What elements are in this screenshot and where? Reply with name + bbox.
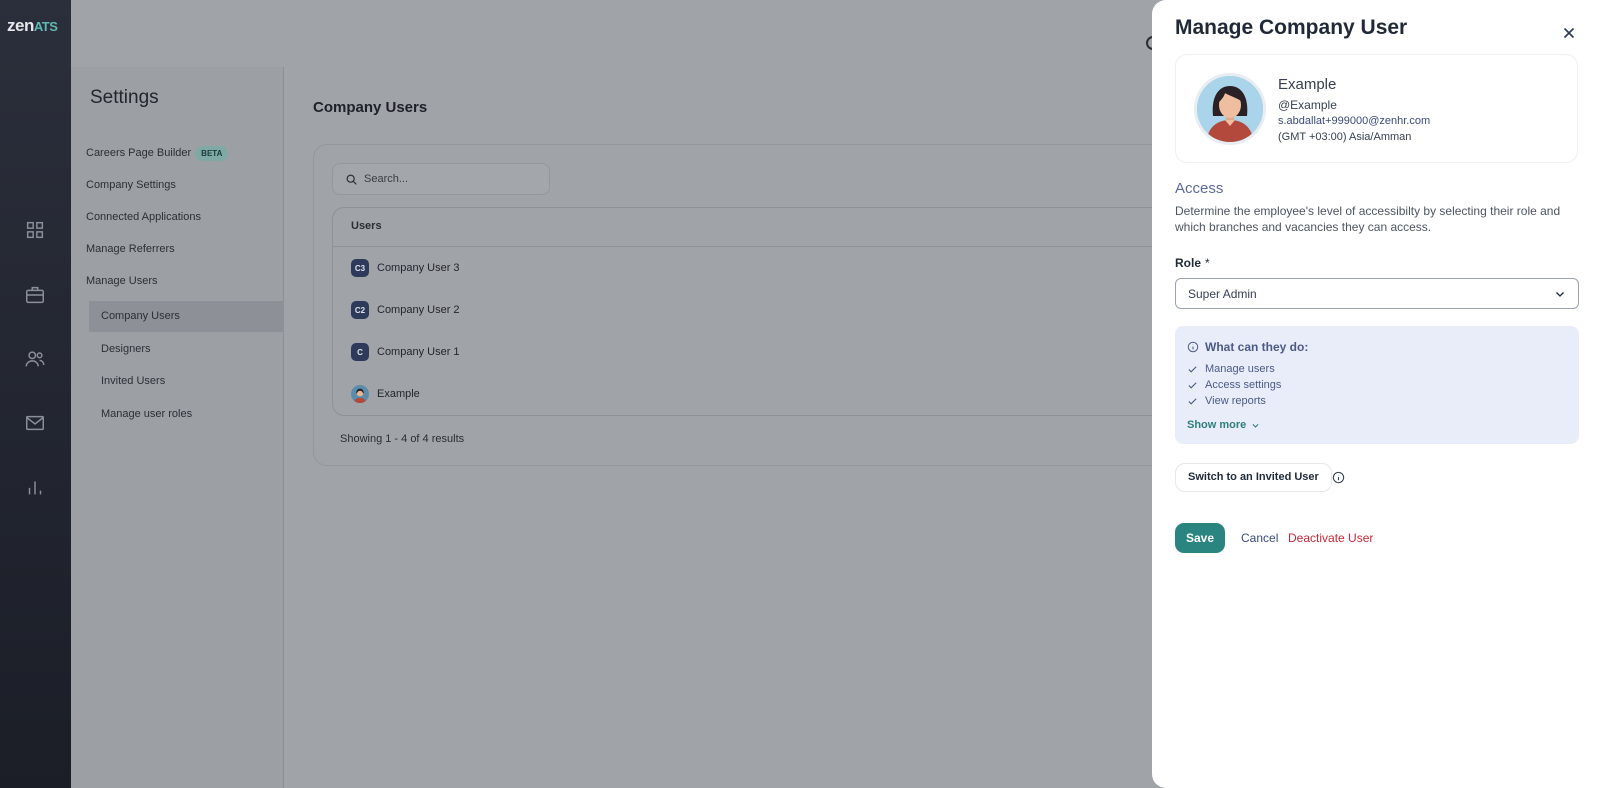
mail-icon[interactable] — [24, 412, 46, 434]
users-card: Search... Users C3 Company User 3 C2 Com… — [313, 144, 1175, 466]
user-name: Company User 2 — [377, 304, 460, 316]
info-icon[interactable] — [1332, 471, 1345, 484]
chevron-down-icon — [1252, 423, 1259, 428]
access-heading: Access — [1175, 180, 1224, 197]
settings-item-connected-applications[interactable]: Connected Applications — [86, 207, 201, 227]
table-row[interactable]: Example — [351, 384, 420, 404]
permissions-heading: What can they do: — [1187, 340, 1308, 354]
app-logo[interactable]: zenATS — [7, 16, 58, 36]
save-button[interactable]: Save — [1175, 523, 1225, 553]
user-initials-badge: C — [351, 343, 369, 361]
search-placeholder: Search... — [364, 173, 409, 185]
permission-item: View reports — [1187, 395, 1266, 407]
search-input[interactable]: Search... — [332, 163, 550, 195]
grid-icon[interactable] — [24, 219, 46, 241]
profile-timezone: (GMT +03:00) Asia/Amman — [1278, 131, 1412, 143]
avatar — [1194, 73, 1266, 145]
profile-handle: @Example — [1278, 98, 1337, 112]
role-select-value: Super Admin — [1188, 287, 1257, 301]
table-row[interactable]: C2 Company User 2 — [351, 300, 460, 320]
drawer-title: Manage Company User — [1175, 16, 1408, 39]
chevron-down-icon — [1556, 292, 1564, 297]
role-select[interactable]: Super Admin — [1175, 278, 1579, 309]
users-column-header: Users — [351, 220, 382, 232]
role-label: Role * — [1175, 256, 1210, 270]
user-name: Company User 3 — [377, 262, 460, 274]
user-initials-badge: C2 — [351, 301, 369, 319]
pagination-summary: Showing 1 - 4 of 4 results — [340, 433, 465, 445]
permission-item: Manage users — [1187, 363, 1275, 375]
check-icon — [1188, 397, 1197, 405]
settings-subitem-company-users[interactable]: Company Users — [89, 301, 283, 332]
people-icon[interactable] — [24, 348, 46, 370]
bar-chart-icon[interactable] — [24, 476, 46, 498]
show-more-link[interactable]: Show more — [1187, 419, 1260, 431]
user-name: Example — [377, 388, 420, 400]
close-icon[interactable] — [1560, 24, 1578, 42]
header-divider — [333, 246, 1175, 247]
settings-title: Settings — [90, 87, 159, 108]
profile-card: Example @Example s.abdallat+999000@zenhr… — [1175, 54, 1578, 163]
check-icon — [1188, 381, 1197, 389]
settings-subitem-manage-user-roles[interactable]: Manage user roles — [89, 399, 283, 430]
permissions-box: What can they do: Manage users Access se… — [1175, 326, 1579, 444]
settings-item-manage-users[interactable]: Manage Users — [86, 271, 158, 291]
cancel-button[interactable]: Cancel — [1241, 531, 1278, 545]
table-row[interactable]: C Company User 1 — [351, 342, 460, 362]
settings-nav: Settings Careers Page Builder BETA Compan… — [71, 67, 284, 788]
manage-user-drawer: Manage Company User Example @Example s.a… — [1152, 0, 1600, 788]
settings-item-manage-referrers[interactable]: Manage Referrers — [86, 239, 175, 259]
settings-item-company-settings[interactable]: Company Settings — [86, 175, 176, 195]
briefcase-icon[interactable] — [24, 284, 46, 306]
user-name: Company User 1 — [377, 346, 460, 358]
user-avatar — [351, 385, 369, 403]
beta-badge: BETA — [195, 145, 229, 161]
settings-subitem-invited-users[interactable]: Invited Users — [89, 366, 283, 397]
permission-item: Access settings — [1187, 379, 1281, 391]
deactivate-user-button[interactable]: Deactivate User — [1288, 531, 1373, 545]
profile-email[interactable]: s.abdallat+999000@zenhr.com — [1278, 115, 1430, 127]
user-initials-badge: C3 — [351, 259, 369, 277]
settings-item-careers-page-builder[interactable]: Careers Page Builder BETA — [86, 143, 229, 163]
info-icon — [1187, 341, 1199, 353]
profile-name: Example — [1278, 76, 1337, 93]
switch-to-invited-user-button[interactable]: Switch to an Invited User — [1175, 463, 1332, 492]
search-icon — [346, 174, 357, 185]
settings-subitem-designers[interactable]: Designers — [89, 334, 283, 365]
users-table: Users C3 Company User 3 C2 Company User … — [332, 207, 1175, 416]
page-title: Company Users — [313, 99, 428, 116]
check-icon — [1188, 365, 1197, 373]
app-rail: zenATS — [0, 0, 71, 788]
required-mark: * — [1205, 256, 1210, 270]
access-description: Determine the employee's level of access… — [1175, 204, 1561, 234]
table-row[interactable]: C3 Company User 3 — [351, 258, 460, 278]
